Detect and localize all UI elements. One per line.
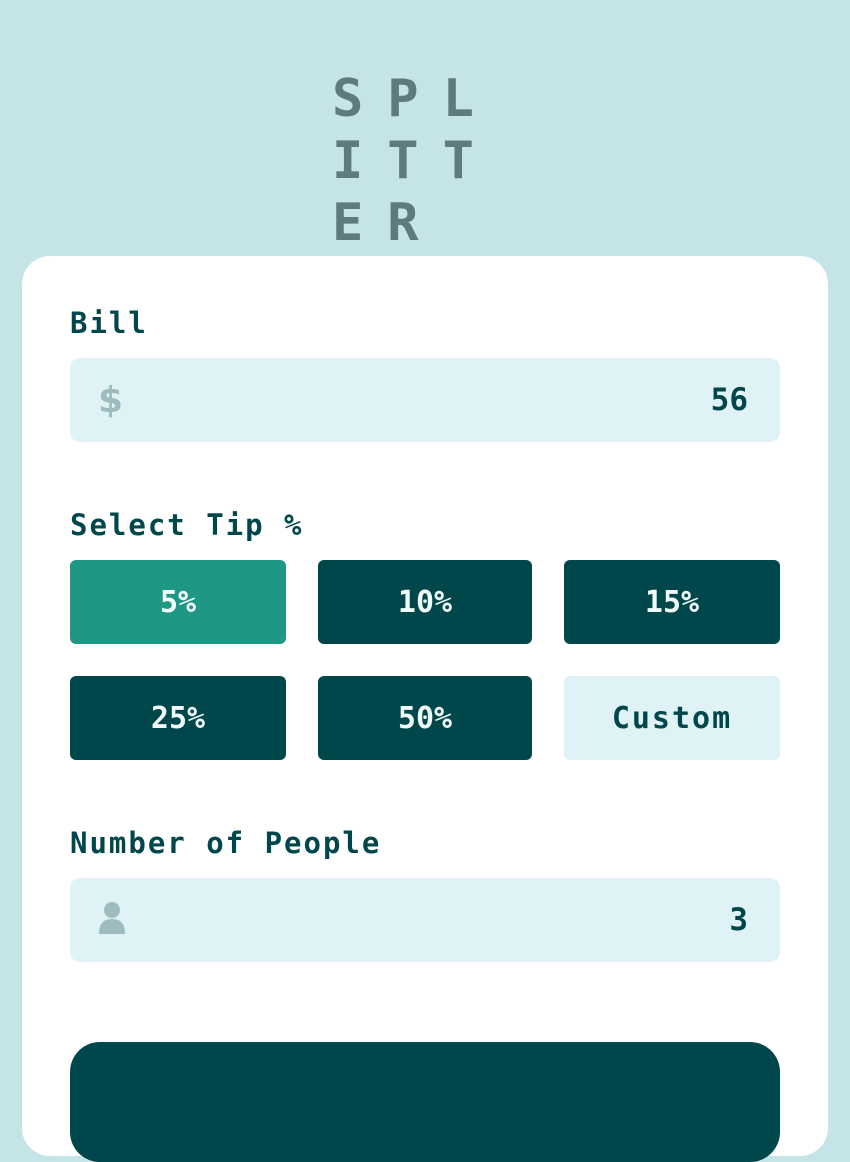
dollar-icon: $ [98,379,124,421]
people-input[interactable]: 3 [70,878,780,962]
people-value: 3 [729,902,748,938]
logo-text: SPLITTER [332,69,498,253]
tip-button-15[interactable]: 15% [564,560,780,644]
bill-label: Bill [70,306,148,340]
people-label: Number of People [70,826,382,860]
bill-input[interactable]: $ 56 [70,358,780,442]
select-tip-label: Select Tip % [70,508,304,542]
results-panel [70,1042,780,1162]
calculator-card: Bill $ 56 Select Tip % 5% 10% 15% 25% 50… [22,256,828,1162]
tip-button-50[interactable]: 50% [318,676,532,760]
person-icon [98,901,126,939]
bill-value: 56 [710,382,748,418]
tip-button-25[interactable]: 25% [70,676,286,760]
tip-button-10[interactable]: 10% [318,560,532,644]
app-logo: SPLITTER [0,68,850,254]
custom-tip-input[interactable]: Custom [564,676,780,760]
tip-button-5[interactable]: 5% [70,560,286,644]
